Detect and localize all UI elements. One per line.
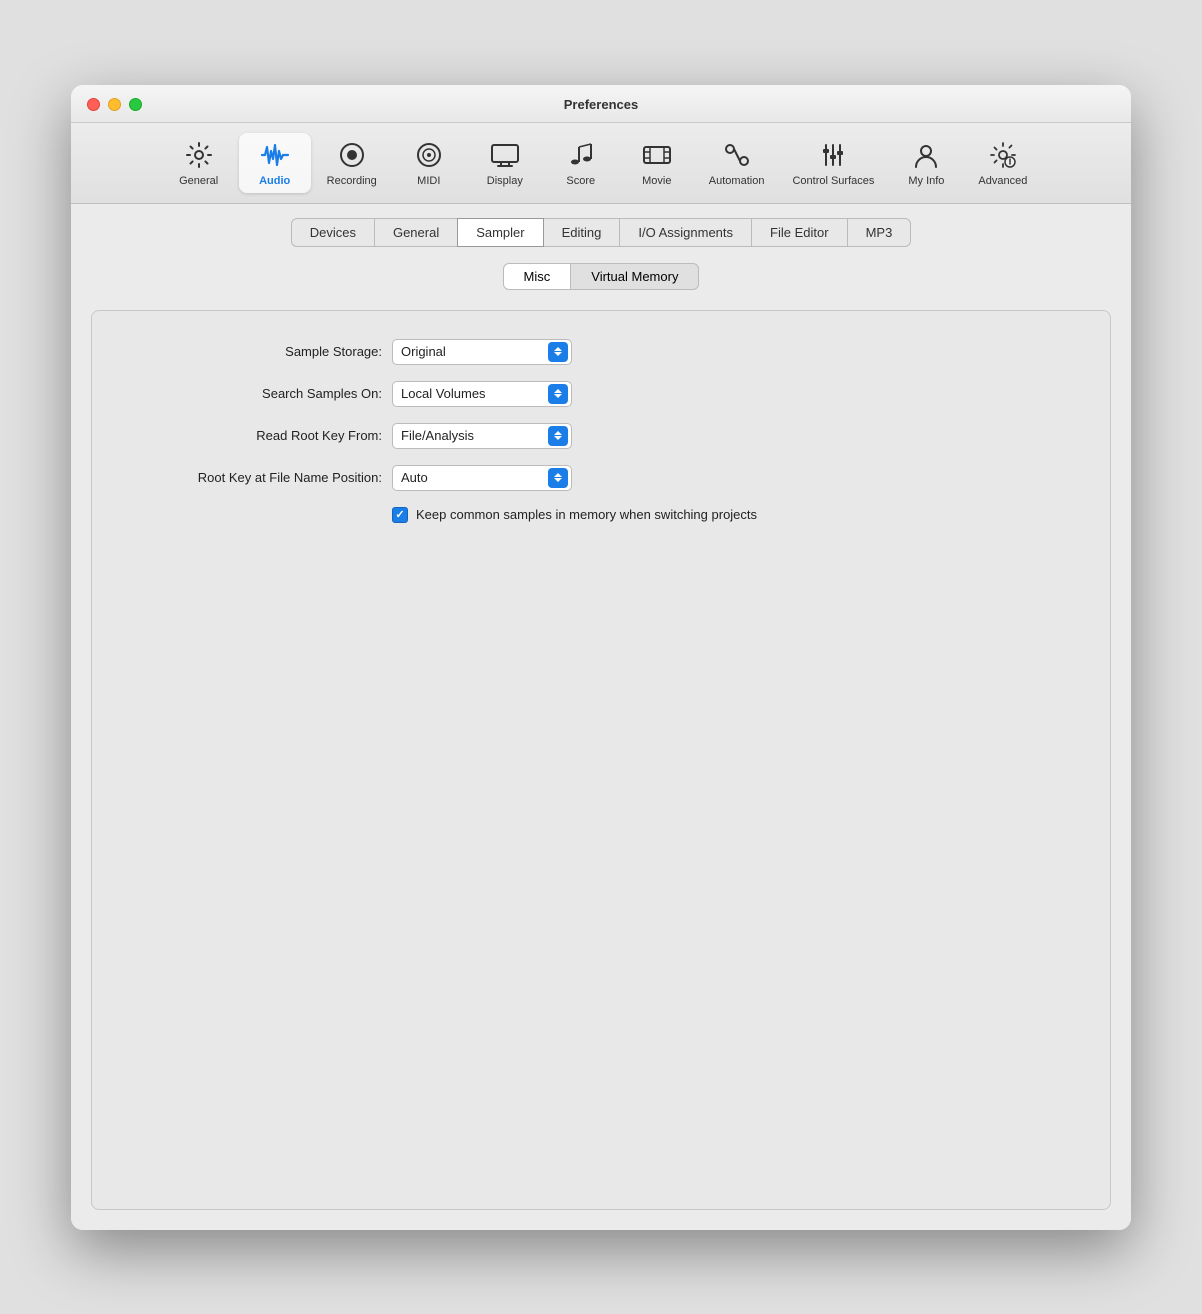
subtab-editing[interactable]: Editing <box>543 218 621 247</box>
root-key-position-select[interactable]: Auto 1 2 3 <box>392 465 572 491</box>
root-key-position-row: Root Key at File Name Position: Auto 1 2… <box>122 465 1080 491</box>
toolbar-label-movie: Movie <box>642 175 671 187</box>
subtab-io-assignments[interactable]: I/O Assignments <box>619 218 752 247</box>
waveform-icon <box>259 139 291 171</box>
root-key-position-label: Root Key at File Name Position: <box>122 470 382 485</box>
subtab-general[interactable]: General <box>374 218 458 247</box>
sample-storage-row: Sample Storage: Original Copy Link <box>122 339 1080 365</box>
toolbar-label-score: Score <box>566 175 595 187</box>
toolbar-item-my-info[interactable]: My Info <box>890 133 962 193</box>
toolbar-item-audio[interactable]: Audio <box>239 133 311 193</box>
record-icon <box>336 139 368 171</box>
score-icon <box>565 139 597 171</box>
read-root-key-select-wrapper: File/Analysis File Name Analysis Only <box>392 423 572 449</box>
gear-icon <box>183 139 215 171</box>
main-content: Misc Virtual Memory Sample Storage: Orig… <box>71 247 1131 1230</box>
toolbar-label-general: General <box>179 175 218 187</box>
maximize-button[interactable] <box>129 98 142 111</box>
keep-samples-row: ✓ Keep common samples in memory when swi… <box>392 507 1080 523</box>
subtab-sampler[interactable]: Sampler <box>457 218 543 247</box>
toolbar-item-control-surfaces[interactable]: Control Surfaces <box>780 133 886 193</box>
keep-samples-checkbox[interactable]: ✓ <box>392 507 408 523</box>
gear-advanced-icon <box>987 139 1019 171</box>
toolbar-label-display: Display <box>487 175 523 187</box>
search-samples-label: Search Samples On: <box>122 386 382 401</box>
sample-storage-label: Sample Storage: <box>122 344 382 359</box>
toolbar-item-display[interactable]: Display <box>469 133 541 193</box>
sliders-icon <box>817 139 849 171</box>
window-title: Preferences <box>564 97 638 112</box>
sample-storage-select[interactable]: Original Copy Link <box>392 339 572 365</box>
toolbar-item-midi[interactable]: MIDI <box>393 133 465 193</box>
display-icon <box>489 139 521 171</box>
toolbar-item-general[interactable]: General <box>163 133 235 193</box>
toolbar-label-midi: MIDI <box>417 175 440 187</box>
inner-tabs: Misc Virtual Memory <box>91 263 1111 290</box>
person-icon <box>910 139 942 171</box>
subtab-mp3[interactable]: MP3 <box>847 218 912 247</box>
toolbar-item-score[interactable]: Score <box>545 133 617 193</box>
search-samples-row: Search Samples On: Local Volumes All Vol… <box>122 381 1080 407</box>
movie-icon <box>641 139 673 171</box>
minimize-button[interactable] <box>108 98 121 111</box>
close-button[interactable] <box>87 98 100 111</box>
toolbar-label-automation: Automation <box>709 175 765 187</box>
read-root-key-select[interactable]: File/Analysis File Name Analysis Only <box>392 423 572 449</box>
settings-panel: Sample Storage: Original Copy Link Searc… <box>91 310 1111 1210</box>
toolbar-item-advanced[interactable]: Advanced <box>966 133 1039 193</box>
traffic-lights <box>87 98 142 111</box>
toolbar: General Audio Recording <box>71 123 1131 204</box>
read-root-key-row: Read Root Key From: File/Analysis File N… <box>122 423 1080 449</box>
toolbar-item-recording[interactable]: Recording <box>315 133 389 193</box>
titlebar: Preferences <box>71 85 1131 123</box>
subtabs: Devices General Sampler Editing I/O Assi… <box>71 204 1131 247</box>
toolbar-label-control-surfaces: Control Surfaces <box>792 175 874 187</box>
toolbar-label-audio: Audio <box>259 175 290 187</box>
toolbar-item-movie[interactable]: Movie <box>621 133 693 193</box>
automation-icon <box>721 139 753 171</box>
keep-samples-label: Keep common samples in memory when switc… <box>416 507 757 522</box>
subtab-file-editor[interactable]: File Editor <box>751 218 848 247</box>
search-samples-select-wrapper: Local Volumes All Volumes <box>392 381 572 407</box>
checkbox-check-icon: ✓ <box>395 508 404 521</box>
sample-storage-select-wrapper: Original Copy Link <box>392 339 572 365</box>
subtab-devices[interactable]: Devices <box>291 218 375 247</box>
toolbar-label-advanced: Advanced <box>978 175 1027 187</box>
read-root-key-label: Read Root Key From: <box>122 428 382 443</box>
preferences-window: Preferences General Audio <box>71 85 1131 1230</box>
inner-tab-misc[interactable]: Misc <box>503 263 572 290</box>
inner-tab-virtual-memory[interactable]: Virtual Memory <box>570 263 699 290</box>
root-key-position-select-wrapper: Auto 1 2 3 <box>392 465 572 491</box>
search-samples-select[interactable]: Local Volumes All Volumes <box>392 381 572 407</box>
toolbar-label-my-info: My Info <box>908 175 944 187</box>
midi-icon <box>413 139 445 171</box>
toolbar-item-automation[interactable]: Automation <box>697 133 777 193</box>
toolbar-label-recording: Recording <box>327 175 377 187</box>
